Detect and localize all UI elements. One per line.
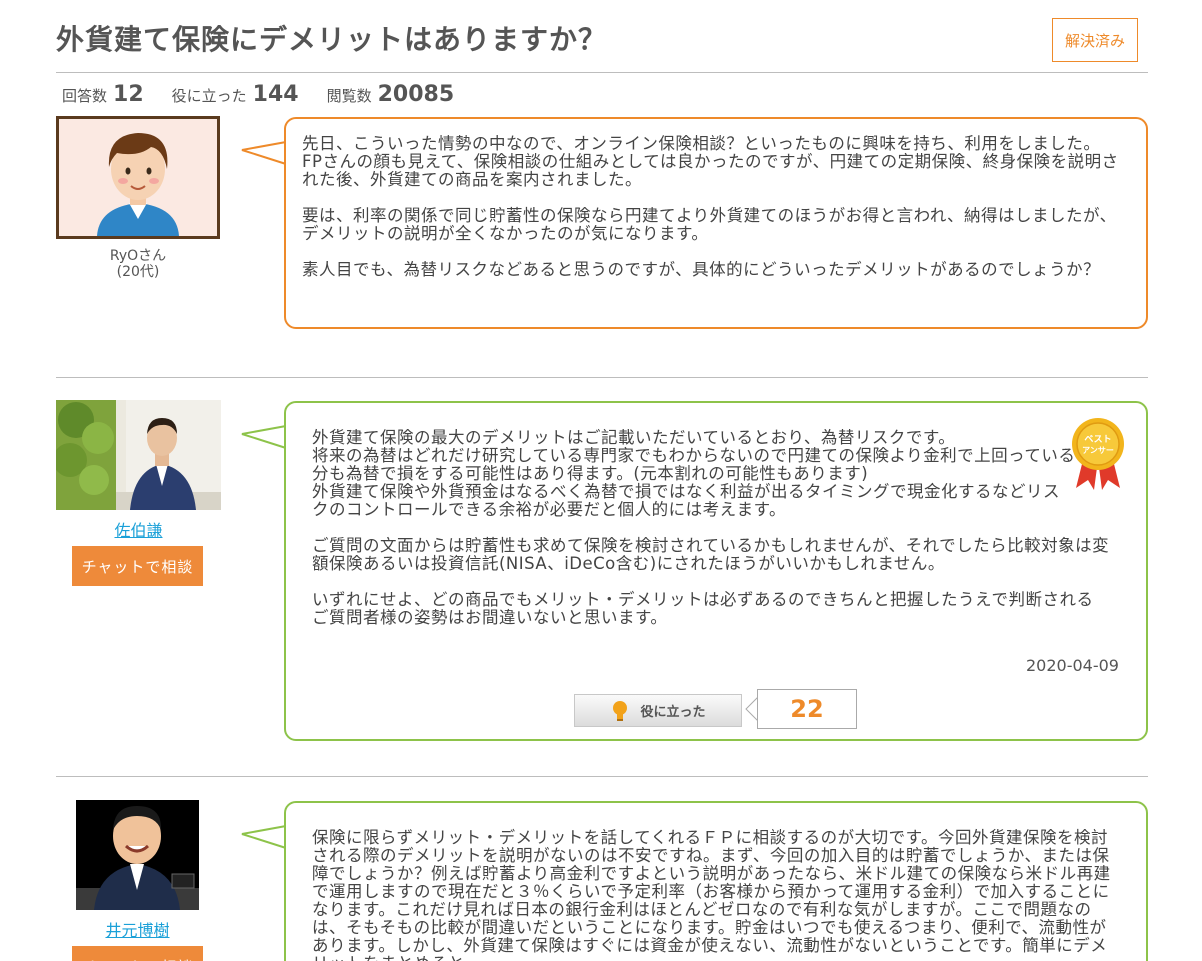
- answer-paragraph: いずれにせよ、どの商品でもメリット・デメリットは必ずあるのできちんと把握したうえ…: [312, 590, 1094, 627]
- answer-bubble: 保険に限らずメリット・デメリットを話してくれるＦＰに相談するのが大切です。今回外…: [284, 801, 1148, 961]
- expert-photo[interactable]: [76, 800, 199, 910]
- views-label: 閲覧数: [326, 87, 372, 105]
- helpful-button[interactable]: 役に立った: [574, 694, 742, 727]
- answer-paragraph: 保険に限らずメリット・デメリットを話してくれるＦＰに相談するのが大切です。今回外…: [312, 828, 1111, 961]
- answer-bubble: 外貨建て保険の最大のデメリットはご記載いただいているとおり、為替リスクです。 将…: [284, 401, 1148, 741]
- asker-avatar: [56, 116, 220, 239]
- helpful-label: 役に立った: [171, 87, 247, 105]
- answers-label: 回答数: [62, 87, 108, 105]
- expert-name-link[interactable]: 井元博樹: [76, 917, 199, 941]
- status-badge: 解決済み: [1052, 18, 1138, 62]
- asker-name: RyOさん (20代): [56, 248, 220, 280]
- best-answer-line2: アンサー: [1082, 446, 1114, 455]
- helpful-value: 144: [252, 82, 299, 107]
- answer-paragraph: ご質問の文面からは貯蓄性も求めて保険を検討されているかもしれませんが、それでした…: [312, 536, 1110, 573]
- question-paragraph: 先日、こういった情勢の中なので、オンライン保険相談？といったものに興味を持ち、利…: [302, 134, 1119, 189]
- lightbulb-icon: [613, 700, 628, 721]
- expert-photo-image: [76, 800, 199, 910]
- helpful-button-label: 役に立った: [640, 705, 706, 720]
- page-title: 外貨建て保険にデメリットはありますか？: [56, 23, 608, 56]
- question-paragraph: 要は、利率の関係で同じ貯蓄性の保険なら円建てより外貨建てのほうがお得と言われ、納…: [302, 206, 1117, 243]
- divider: [56, 776, 1148, 777]
- expert-photo[interactable]: [56, 400, 221, 510]
- best-answer-icon: ベスト アンサー: [1072, 418, 1124, 490]
- views-value: 20085: [377, 82, 455, 107]
- question-stats: 回答数 12 役に立った 144 閲覧数 20085: [62, 82, 482, 107]
- chat-consult-button[interactable]: チャットで相談: [72, 946, 203, 961]
- expert-photo-image: [56, 400, 221, 510]
- helpful-count: 22: [757, 689, 857, 729]
- bubble-tail: [241, 425, 287, 449]
- bubble-tail: [241, 825, 287, 849]
- bubble-tail: [241, 141, 287, 165]
- question-paragraph: 素人目でも、為替リスクなどあると思うのですが、具体的にどういったデメリットがある…: [302, 260, 1101, 279]
- asker-name-text: RyOさん: [109, 248, 167, 264]
- best-answer-line1: ベスト: [1084, 434, 1111, 445]
- asker-age: (20代): [116, 264, 160, 280]
- helpful-stat: 役に立った 144: [172, 82, 299, 107]
- answers-value: 12: [113, 82, 144, 107]
- answer-date: 2020-04-09: [1026, 656, 1119, 675]
- answer-paragraph: 外貨建て保険の最大のデメリットはご記載いただいているとおり、為替リスクです。 将…: [312, 428, 1076, 519]
- divider: [56, 72, 1148, 73]
- answers-stat: 回答数 12: [62, 82, 144, 107]
- qa-page: 外貨建て保険にデメリットはありますか？ 解決済み 回答数 12 役に立った 14…: [0, 0, 1202, 961]
- asker-illustration: [59, 119, 217, 236]
- question-bubble: 先日、こういった情勢の中なので、オンライン保険相談？といったものに興味を持ち、利…: [284, 117, 1148, 329]
- divider: [56, 377, 1148, 378]
- chat-consult-button[interactable]: チャットで相談: [72, 546, 203, 586]
- views-stat: 閲覧数 20085: [327, 82, 455, 107]
- expert-name-link[interactable]: 佐伯謙: [56, 517, 221, 541]
